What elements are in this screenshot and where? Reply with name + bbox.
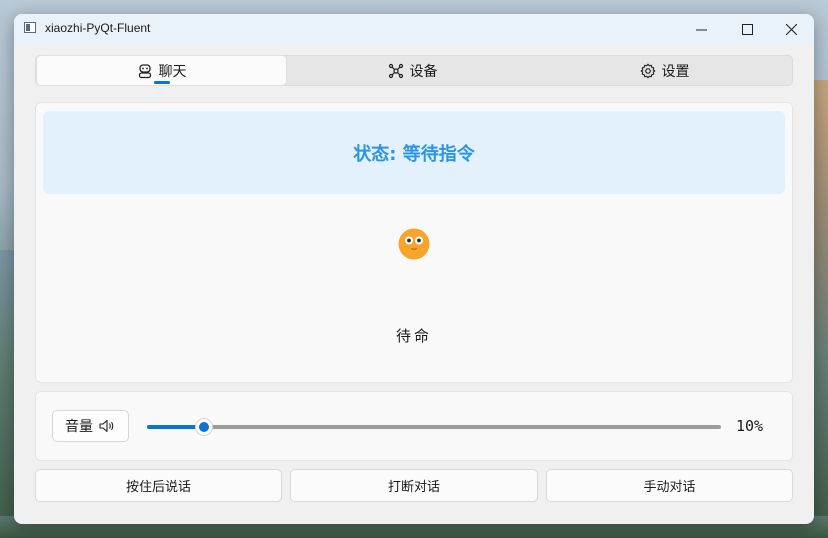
manual-dialog-button[interactable]: 手动对话 (546, 469, 793, 502)
tab-settings[interactable]: 设置 (539, 56, 790, 85)
active-tab-indicator (154, 81, 170, 84)
maximize-button[interactable] (724, 14, 770, 44)
volume-slider[interactable] (147, 418, 721, 436)
volume-button[interactable]: 音量 (52, 410, 129, 442)
title-bar[interactable]: xiaozhi-PyQt-Fluent (14, 14, 814, 44)
speaker-icon (99, 419, 114, 433)
maximize-icon (741, 23, 753, 35)
robot-icon (138, 63, 151, 78)
window-title: xiaozhi-PyQt-Fluent (45, 21, 151, 35)
app-window: xiaozhi-PyQt-Fluent 聊天 设备 设置 状态: 等待指令 待命… (14, 14, 814, 524)
volume-panel: 音量 10% (35, 391, 793, 461)
emotion-label: 待命 (395, 327, 432, 345)
volume-label: 音量 (65, 419, 93, 435)
network-icon (388, 63, 403, 78)
app-icon (24, 22, 36, 33)
chat-panel: 状态: 等待指令 待命 (35, 102, 793, 383)
gear-icon (640, 63, 655, 78)
push-to-talk-button[interactable]: 按住后说话 (35, 469, 282, 502)
volume-slider-thumb[interactable] (195, 418, 213, 436)
status-text: 状态: 等待指令 (353, 143, 475, 165)
push-to-talk-label: 按住后说话 (125, 480, 191, 495)
tab-bar: 聊天 设备 设置 (35, 55, 793, 86)
tab-settings-label: 设置 (661, 63, 690, 80)
status-banner: 状态: 等待指令 (43, 111, 785, 194)
tab-chat[interactable]: 聊天 (36, 55, 287, 86)
owl-face-icon (398, 228, 430, 260)
volume-value: 10% (736, 417, 764, 435)
close-button[interactable] (768, 14, 814, 44)
interrupt-button[interactable]: 打断对话 (290, 469, 538, 502)
minimize-button[interactable] (678, 14, 724, 44)
tab-device-label: 设备 (409, 63, 438, 80)
close-icon (785, 23, 797, 35)
tab-device[interactable]: 设备 (287, 56, 538, 85)
minimize-icon (695, 29, 707, 30)
manual-dialog-label: 手动对话 (643, 480, 696, 495)
interrupt-label: 打断对话 (387, 480, 440, 495)
tab-chat-label: 聊天 (158, 63, 187, 80)
